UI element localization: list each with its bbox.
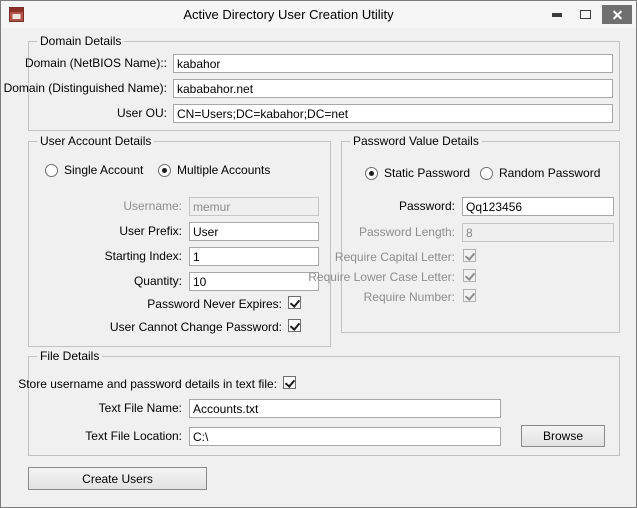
user-ou-label: User OU:	[116, 106, 167, 120]
text-file-name-input[interactable]	[189, 399, 501, 418]
store-in-text-file-label: Store username and password details in t…	[18, 377, 277, 391]
random-password-radio[interactable]: Random Password	[480, 166, 600, 180]
static-password-radio[interactable]: Static Password	[365, 166, 470, 180]
app-icon	[9, 7, 24, 22]
require-number-checkbox	[463, 289, 476, 302]
window-title: Active Directory User Creation Utility	[183, 7, 394, 22]
file-details-group: File Details Store username and password…	[18, 349, 620, 456]
password-length-label: Password Length:	[358, 225, 455, 239]
quantity-label: Quantity:	[133, 274, 182, 288]
file-details-title: File Details	[37, 349, 103, 363]
starting-index-label: Starting Index:	[104, 249, 182, 263]
password-value-details-title: Password Value Details	[350, 134, 482, 148]
password-input[interactable]	[462, 197, 614, 216]
username-input	[189, 197, 319, 216]
user-prefix-label: User Prefix:	[119, 224, 182, 238]
user-prefix-input[interactable]	[189, 222, 319, 241]
require-number-label: Require Number:	[363, 290, 455, 304]
static-password-label: Static Password	[384, 166, 471, 180]
user-ou-input[interactable]	[173, 104, 613, 123]
close-button[interactable]	[602, 5, 632, 24]
minimize-icon	[552, 12, 562, 17]
password-length-input	[462, 223, 614, 242]
password-value-details-group: Password Value Details Static Password R…	[308, 134, 620, 333]
single-account-radio[interactable]: Single Account	[45, 163, 143, 177]
close-icon	[612, 9, 623, 20]
domain-details-title: Domain Details	[37, 34, 125, 48]
titlebar: Active Directory User Creation Utility	[1, 1, 636, 28]
user-account-details-group: User Account Details Single Account Mult…	[28, 134, 331, 347]
static-password-radio-circle	[365, 166, 378, 180]
text-file-name-label: Text File Name:	[98, 401, 182, 415]
random-password-label: Random Password	[499, 166, 601, 180]
netbios-name-input[interactable]	[173, 54, 613, 73]
password-never-expires-checkbox[interactable]	[288, 296, 301, 309]
maximize-icon	[579, 10, 591, 19]
password-label: Password:	[398, 199, 455, 213]
user-account-details-title: User Account Details	[37, 134, 155, 148]
single-account-label: Single Account	[64, 163, 144, 177]
random-password-radio-circle	[480, 166, 493, 180]
maximize-button[interactable]	[572, 5, 598, 24]
netbios-name-label: Domain (NetBIOS Name)::	[24, 56, 167, 70]
password-never-expires-label: Password Never Expires:	[147, 297, 282, 311]
username-label: Username:	[123, 199, 182, 213]
multiple-accounts-label: Multiple Accounts	[177, 163, 271, 177]
multiple-accounts-radio-circle	[158, 163, 171, 177]
require-lower-label: Require Lower Case Letter:	[308, 270, 455, 284]
minimize-button[interactable]	[544, 5, 570, 24]
quantity-input[interactable]	[189, 272, 319, 291]
require-capital-checkbox	[463, 249, 476, 262]
require-capital-label: Require Capital Letter:	[334, 250, 455, 264]
user-cannot-change-password-checkbox[interactable]	[288, 319, 301, 332]
starting-index-input[interactable]	[189, 247, 319, 266]
text-file-location-input[interactable]	[189, 427, 501, 446]
browse-button[interactable]: Browse	[521, 425, 605, 447]
text-file-location-label: Text File Location:	[85, 429, 182, 443]
distinguished-name-label: Domain (Distinguished Name):	[3, 81, 167, 95]
distinguished-name-input[interactable]	[173, 79, 613, 98]
app-window: Active Directory User Creation Utility D…	[0, 0, 637, 508]
store-in-text-file-checkbox[interactable]	[283, 376, 296, 389]
multiple-accounts-radio[interactable]: Multiple Accounts	[158, 163, 270, 177]
require-lower-checkbox	[463, 269, 476, 282]
domain-details-group: Domain Details Domain (NetBIOS Name):: D…	[4, 34, 620, 131]
create-users-button[interactable]: Create Users	[28, 467, 207, 490]
user-cannot-change-password-label: User Cannot Change Password:	[109, 320, 282, 334]
single-account-radio-circle	[45, 163, 58, 177]
